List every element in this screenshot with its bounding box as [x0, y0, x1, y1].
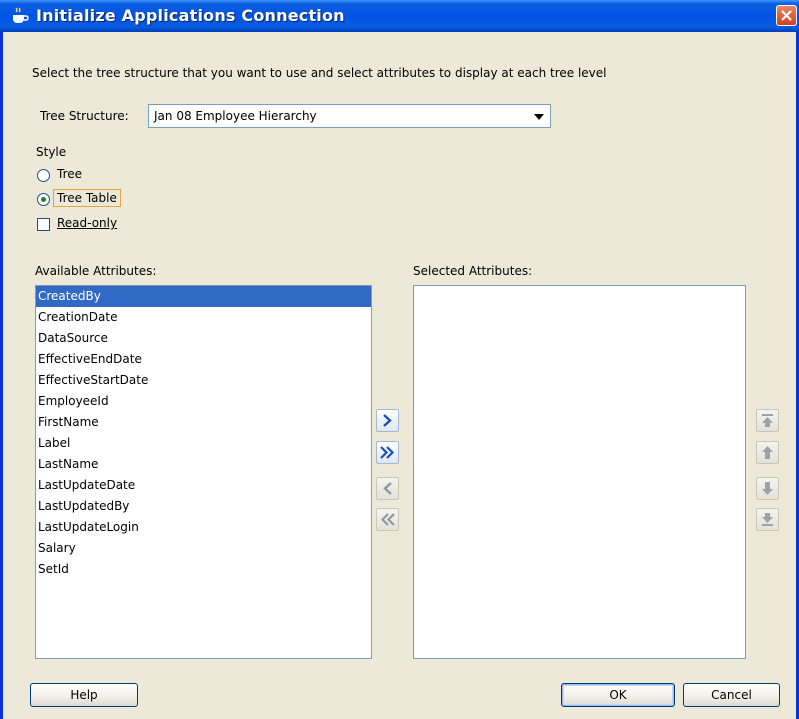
read-only-label[interactable]: Read-only [57, 216, 117, 230]
tree-radio[interactable] [37, 169, 50, 182]
list-item[interactable]: CreationDate [36, 307, 371, 328]
move-down-icon [762, 482, 773, 495]
ok-button[interactable]: OK [561, 683, 675, 707]
list-item[interactable]: LastUpdatedBy [36, 496, 371, 517]
tree-table-radio[interactable] [37, 193, 50, 206]
list-item[interactable]: LastUpdateDate [36, 475, 371, 496]
double-chevron-right-icon [380, 446, 395, 459]
close-button[interactable] [776, 5, 797, 26]
selected-attributes-label: Selected Attributes: [413, 264, 533, 278]
move-right-button[interactable] [376, 409, 399, 432]
read-only-checkbox[interactable] [37, 218, 50, 231]
list-item[interactable]: SetId [36, 559, 371, 580]
list-item[interactable]: LastName [36, 454, 371, 475]
double-chevron-left-icon [380, 513, 395, 526]
list-item[interactable]: CreatedBy [36, 286, 371, 307]
tree-structure-label: Tree Structure: [40, 109, 129, 123]
list-item[interactable]: Salary [36, 538, 371, 559]
move-top-button[interactable] [756, 409, 779, 432]
ok-button-label: OK [609, 688, 627, 702]
move-all-right-button[interactable] [376, 441, 399, 464]
list-item[interactable]: EmployeeId [36, 391, 371, 412]
move-up-button[interactable] [756, 441, 779, 464]
list-item[interactable]: EffectiveStartDate [36, 370, 371, 391]
tree-structure-select[interactable]: Jan 08 Employee Hierarchy [148, 104, 551, 128]
move-top-icon [762, 414, 773, 427]
cancel-button-label: Cancel [711, 688, 752, 702]
help-button-label: Help [70, 688, 98, 702]
dropdown-arrow-icon[interactable] [534, 114, 544, 120]
available-attributes-label: Available Attributes: [35, 264, 157, 278]
move-down-button[interactable] [756, 477, 779, 500]
list-item[interactable]: LastUpdateLogin [36, 517, 371, 538]
move-bottom-button[interactable] [756, 508, 779, 531]
window-title: Initialize Applications Connection [36, 6, 345, 25]
move-up-icon [762, 446, 773, 459]
read-only-label-text: Read-only [57, 216, 118, 230]
list-item[interactable]: DataSource [36, 328, 371, 349]
chevron-left-icon [383, 482, 392, 495]
title-bar: Initialize Applications Connection [0, 0, 799, 32]
move-bottom-icon [762, 513, 773, 526]
cancel-button[interactable]: Cancel [683, 683, 780, 707]
chevron-right-icon [383, 414, 392, 427]
tree-table-radio-label[interactable]: Tree Table [53, 189, 121, 207]
available-attributes-list[interactable]: CreatedBy CreationDate DataSource Effect… [35, 285, 372, 659]
list-item[interactable]: Label [36, 433, 371, 454]
coffee-cup-icon [13, 7, 29, 23]
close-icon [781, 10, 792, 21]
move-all-left-button[interactable] [376, 508, 399, 531]
style-label: Style [36, 145, 67, 159]
tree-structure-value: Jan 08 Employee Hierarchy [154, 109, 317, 123]
tree-radio-label[interactable]: Tree [57, 167, 82, 181]
help-button[interactable]: Help [30, 683, 138, 707]
instruction-text: Select the tree structure that you want … [32, 66, 607, 80]
list-item[interactable]: FirstName [36, 412, 371, 433]
list-item[interactable]: EffectiveEndDate [36, 349, 371, 370]
selected-attributes-list[interactable] [413, 285, 746, 659]
move-left-button[interactable] [376, 477, 399, 500]
